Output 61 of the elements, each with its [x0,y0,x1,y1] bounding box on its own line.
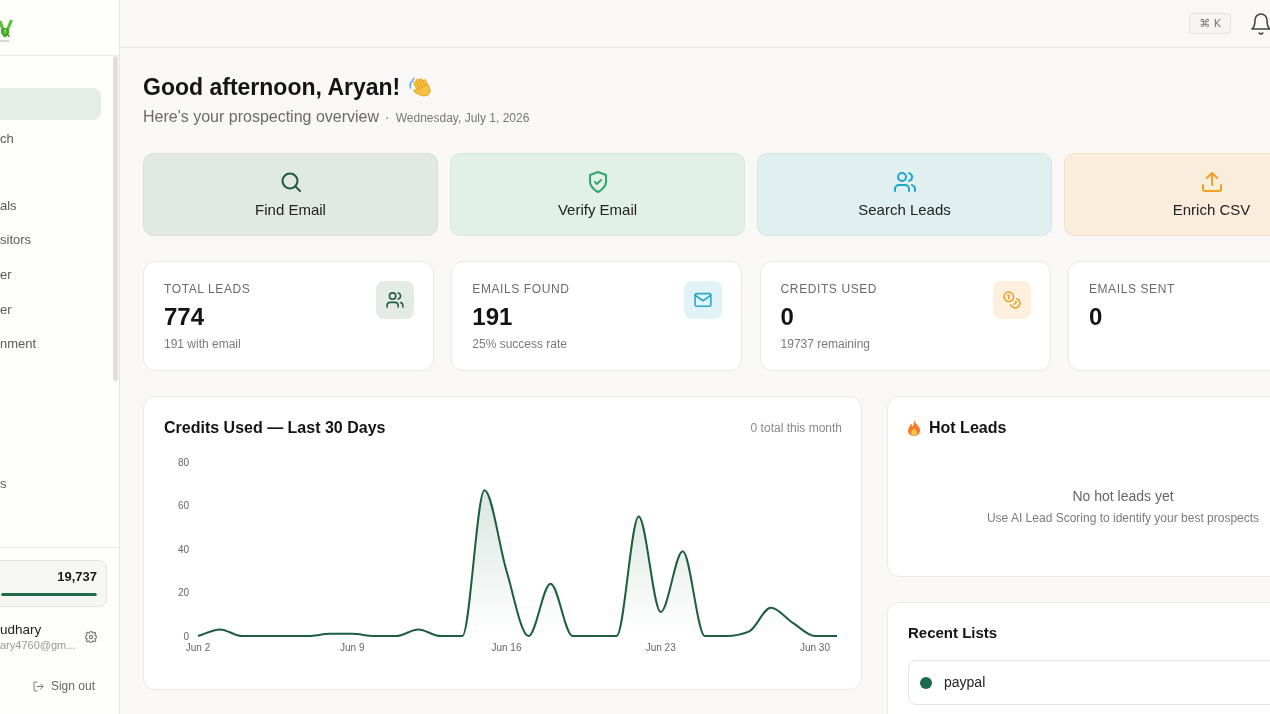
search-icon [279,171,302,193]
stat-label: EMAILS FOUND [472,281,570,297]
stat-value: 0 [1088,303,1104,331]
stat-value: 0 [780,303,795,331]
shortcut-hint[interactable]: ⌘ K [1189,13,1231,34]
chart-title: Credits Used — Last 30 Days [164,418,386,438]
x-axis-label: Jun 30 [799,642,830,653]
card-title: Hot Leads [929,418,1007,438]
quick-action-button[interactable]: Enrich CSV [1064,153,1270,236]
sidebar-item[interactable]: sitors [0,224,101,257]
y-axis-label: 20 [177,587,189,598]
upload-icon [1200,171,1223,193]
sidebar-item[interactable]: ch [0,122,101,155]
users-icon [893,171,916,193]
bell-icon[interactable] [1250,12,1270,35]
x-axis-label: Jun 23 [645,642,676,653]
scrollbar-thumb[interactable] [113,56,118,381]
coins-icon [992,281,1031,319]
greeting-subtitle: Here's your prospecting overview [143,107,380,127]
sidebar-item[interactable]: er [0,258,101,291]
stat-value: 191 [472,303,514,331]
user-name: udhary [0,622,43,638]
sidebar-item[interactable]: nment [0,328,101,361]
stat-note: 19737 remaining [780,336,871,352]
sign-out-button[interactable]: Sign out [32,678,95,694]
y-axis-label: 40 [177,543,189,555]
x-axis-label: Jun 16 [491,642,522,653]
shield-check-icon [586,171,609,193]
mail-icon [684,281,723,319]
quick-action-button[interactable]: Verify Email [450,153,745,236]
sidebar-item[interactable]: als [0,189,101,222]
empty-state-title: No hot leads yet [1071,487,1175,506]
sign-out-icon [32,680,44,692]
card-title: Recent Lists [908,623,999,643]
date-label: Wednesday, July 1, 2026 [395,110,530,127]
sidebar-item[interactable]: s [0,468,101,501]
stat-value: 774 [164,303,206,331]
y-axis-label: 80 [177,456,189,468]
quick-action-button[interactable]: Search Leads [757,153,1052,236]
users-icon [376,281,414,319]
sidebar-item[interactable]: er [0,293,101,326]
stat-note: 25% success rate [472,336,568,352]
stat-label: TOTAL LEADS [164,281,251,297]
credits-count: 19,737 [56,569,97,585]
settings-icon[interactable] [85,631,97,643]
chart-summary: 0 total this month [750,420,842,437]
list-item[interactable]: paypal [908,660,1270,705]
y-axis-label: 0 [183,630,189,642]
greeting-title: Good afternoon, Aryan! [143,73,401,102]
x-axis-label: Jun 9 [340,642,365,653]
empty-state-text: Use AI Lead Scoring to identify your best prospects [985,510,1261,526]
separator-dot: · [385,108,390,127]
stat-label: EMAILS SENT [1088,281,1175,297]
stat-label: CREDITS USED [780,281,878,297]
quick-action-button[interactable]: Find Email [143,153,438,236]
y-axis-label: 60 [177,500,189,511]
user-email: ary4760@gm... [0,638,77,652]
logo-icon[interactable] [0,18,13,43]
flame-icon [908,420,920,436]
x-axis-label: Jun 2 [185,642,211,653]
stat-note: 191 with email [164,336,242,352]
